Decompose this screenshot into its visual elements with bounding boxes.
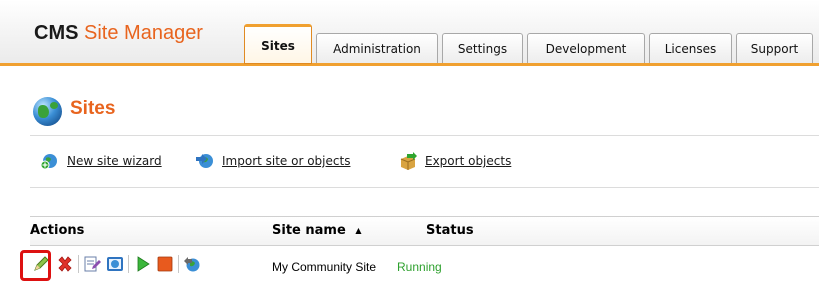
page-title: Sites [70,98,116,119]
column-actions: Actions [30,223,85,238]
sort-ascending-icon: ▲ [355,226,362,235]
site-name-cell: My Community Site [272,260,377,274]
export-site-icon[interactable] [183,255,201,273]
column-site-name[interactable]: Site name ▲ [272,223,361,238]
tab-development[interactable]: Development [527,33,645,64]
import-site-link[interactable]: Import site or objects [195,151,350,171]
separator [78,255,79,273]
start-icon[interactable] [134,255,152,273]
table-row: My Community Site Running [30,247,819,281]
tab-support[interactable]: Support [736,33,813,64]
header: CMS Site Manager Sites Administration Se… [0,0,819,66]
import-icon [195,152,215,170]
preview-icon[interactable] [106,255,124,273]
grid-header: Actions Site name ▲ Status [30,216,819,246]
tab-licenses-label: Licenses [664,42,717,56]
export-icon [398,152,418,170]
tab-administration[interactable]: Administration [316,33,438,64]
tab-support-label: Support [750,42,799,56]
brand-cms: CMS [34,22,79,44]
column-status: Status [426,223,474,238]
globe-add-icon [40,152,60,170]
export-objects-link[interactable]: Export objects [398,151,511,171]
tab-settings-label: Settings [457,42,508,56]
new-site-wizard-label: New site wizard [67,154,162,168]
edit-highlight-box [20,250,51,281]
import-site-label: Import site or objects [222,154,351,168]
separator [128,255,129,273]
divider [30,187,819,188]
brand-name: Site Manager [84,22,203,44]
separator [178,255,179,273]
globe-icon [33,97,62,126]
tab-administration-label: Administration [333,42,421,56]
column-site-name-label: Site name [272,223,346,238]
status-cell: Running [397,260,442,274]
stop-icon[interactable] [156,255,174,273]
tab-sites-label: Sites [261,39,295,53]
delete-icon[interactable] [56,255,74,273]
divider [30,135,819,136]
tab-sites[interactable]: Sites [244,24,312,64]
tab-development-label: Development [545,42,627,56]
header-rule [0,63,819,66]
edit-site-icon[interactable] [83,255,101,273]
export-objects-label: Export objects [425,154,512,168]
brand-logo: CMS Site Manager [34,22,203,45]
new-site-wizard-link[interactable]: New site wizard [40,151,162,171]
tab-licenses[interactable]: Licenses [649,33,732,64]
tab-settings[interactable]: Settings [442,33,523,64]
